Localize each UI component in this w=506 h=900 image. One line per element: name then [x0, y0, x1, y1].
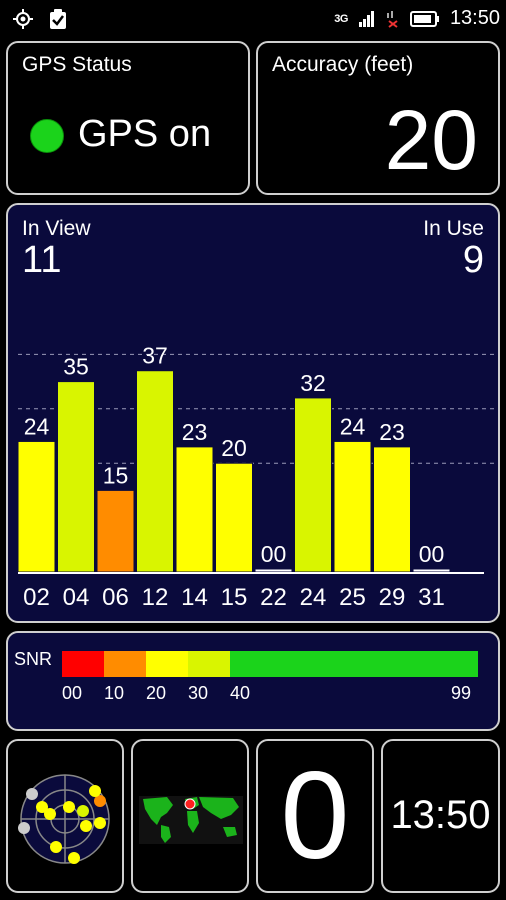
- snr-value-label: 35: [63, 354, 89, 380]
- satellite-id-label: 06: [102, 584, 129, 611]
- snr-value-label: 37: [142, 343, 168, 369]
- snr-segment: [104, 651, 146, 677]
- snr-tick-label: 10: [104, 683, 125, 703]
- snr-bar-15: [215, 462, 253, 573]
- snr-bar-24: [294, 397, 332, 573]
- snr-bar-12: [136, 370, 174, 573]
- satellite-id-label: 02: [23, 584, 50, 611]
- sky-radar-panel[interactable]: [6, 739, 124, 893]
- no-signal-icon: [386, 10, 398, 28]
- world-map-icon: [139, 796, 243, 844]
- snr-tick-label: 30: [188, 683, 209, 703]
- snr-value-label: 23: [182, 419, 208, 445]
- battery-icon: [409, 10, 439, 27]
- gps-indicator-icon: [30, 119, 64, 153]
- snr-bar-chart: 24 02 35 04 15 06 37 12 23 14 20 15 00 22 32 24 24 25 23 29…: [17, 343, 494, 611]
- count-value: 0: [280, 747, 350, 885]
- accuracy-value: 20: [384, 93, 478, 187]
- satellite-id-label: 22: [260, 584, 287, 611]
- satellite-id-label: 04: [63, 584, 90, 611]
- snr-segment: [62, 651, 104, 677]
- satellite-panel[interactable]: In View 11 In Use 9 24 02 35 04 15 06 37 12 23 14…: [6, 203, 500, 623]
- task-check-icon: [50, 9, 66, 29]
- snr-bar-22: [254, 568, 293, 573]
- in-use-label: In Use: [423, 217, 484, 240]
- snr-bar-06: [96, 489, 135, 573]
- satellite-id-label: 29: [379, 584, 406, 611]
- status-bar: 3G 13:50: [0, 0, 506, 36]
- snr-value-label: 00: [261, 541, 287, 567]
- snr-legend-panel: SNR 00 10 20 30 40 99: [6, 631, 500, 731]
- gps-status-title: GPS Status: [22, 53, 132, 76]
- snr-tick-label: 99: [451, 683, 472, 703]
- sky-radar-icon: [18, 774, 110, 864]
- snr-segment: [230, 651, 478, 677]
- snr-segment: [188, 651, 230, 677]
- signal-icon: [358, 10, 374, 27]
- snr-value-label: 15: [103, 462, 129, 488]
- status-time: 13:50: [449, 7, 500, 29]
- clock-time: 13:50: [390, 793, 491, 837]
- network-type: 3G: [334, 12, 348, 25]
- satellite-id-label: 24: [300, 584, 327, 611]
- satellite-id-label: 25: [339, 584, 366, 611]
- accuracy-panel[interactable]: Accuracy (feet) 20: [256, 41, 500, 195]
- snr-bar-25: [333, 440, 372, 573]
- snr-value-label: 24: [340, 413, 366, 439]
- snr-bar-14: [175, 446, 214, 573]
- snr-value-label: 24: [24, 413, 50, 439]
- snr-value-label: 23: [379, 419, 405, 445]
- satellite-id-label: 31: [418, 584, 445, 611]
- snr-tick-label: 00: [62, 683, 83, 703]
- accuracy-title: Accuracy (feet): [272, 53, 414, 76]
- snr-tick-label: 40: [230, 683, 251, 703]
- satellite-id-label: 14: [181, 584, 208, 611]
- count-panel[interactable]: 0: [256, 739, 374, 893]
- snr-bar-29: [373, 446, 411, 573]
- snr-label: SNR: [14, 649, 53, 669]
- in-use-value: 9: [462, 239, 484, 281]
- snr-bar-02: [17, 440, 56, 573]
- snr-value-label: 00: [419, 541, 445, 567]
- snr-tick-label: 20: [146, 683, 167, 703]
- gps-state-text: GPS on: [78, 113, 212, 155]
- gps-status-panel[interactable]: GPS Status GPS on: [6, 41, 250, 195]
- snr-bar-31: [412, 568, 451, 573]
- world-map-panel[interactable]: [131, 739, 249, 893]
- in-view-value: 11: [22, 239, 62, 281]
- clock-panel[interactable]: 13:50: [381, 739, 500, 893]
- satellite-id-label: 12: [142, 584, 169, 611]
- in-view-label: In View: [22, 217, 91, 240]
- location-icon: [13, 9, 33, 29]
- snr-value-label: 32: [300, 370, 326, 396]
- snr-segment: [146, 651, 188, 677]
- snr-bar-04: [57, 381, 95, 573]
- satellite-id-label: 15: [221, 584, 248, 611]
- snr-value-label: 20: [221, 435, 247, 461]
